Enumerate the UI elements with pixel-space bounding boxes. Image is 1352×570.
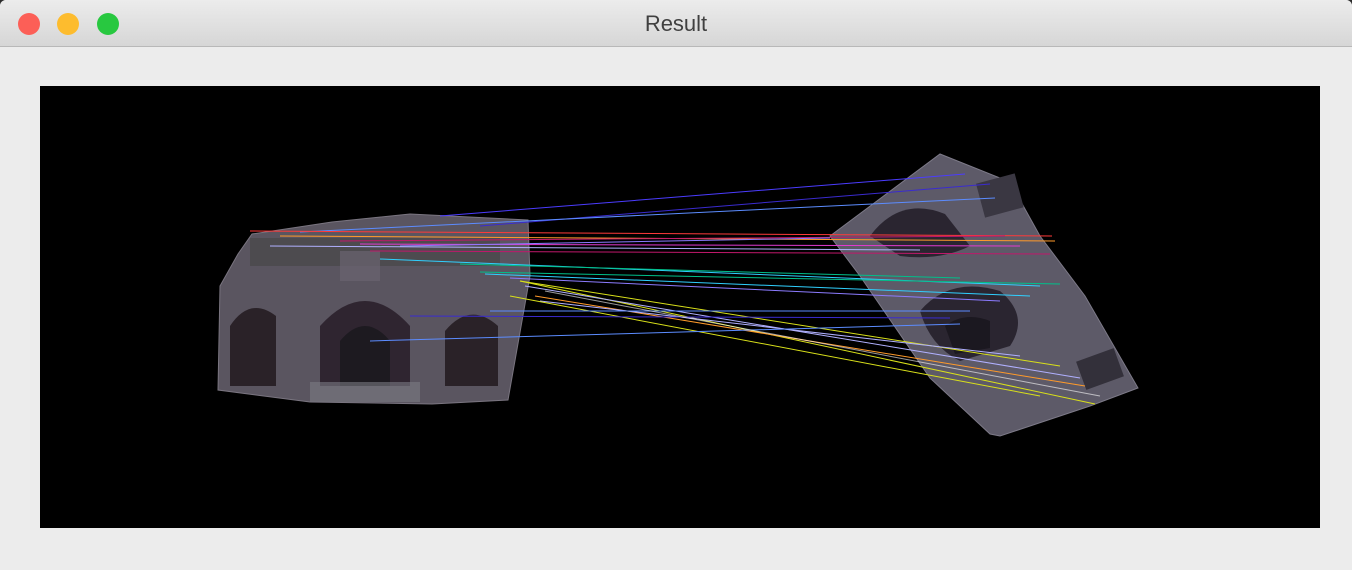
left-image-warp — [217, 213, 531, 405]
feature-match-visualization — [217, 153, 1139, 437]
window-title: Result — [644, 11, 708, 36]
result-image — [40, 86, 1320, 528]
title-bar[interactable]: Result — [0, 0, 1352, 47]
result-window: Result — [0, 0, 1352, 570]
